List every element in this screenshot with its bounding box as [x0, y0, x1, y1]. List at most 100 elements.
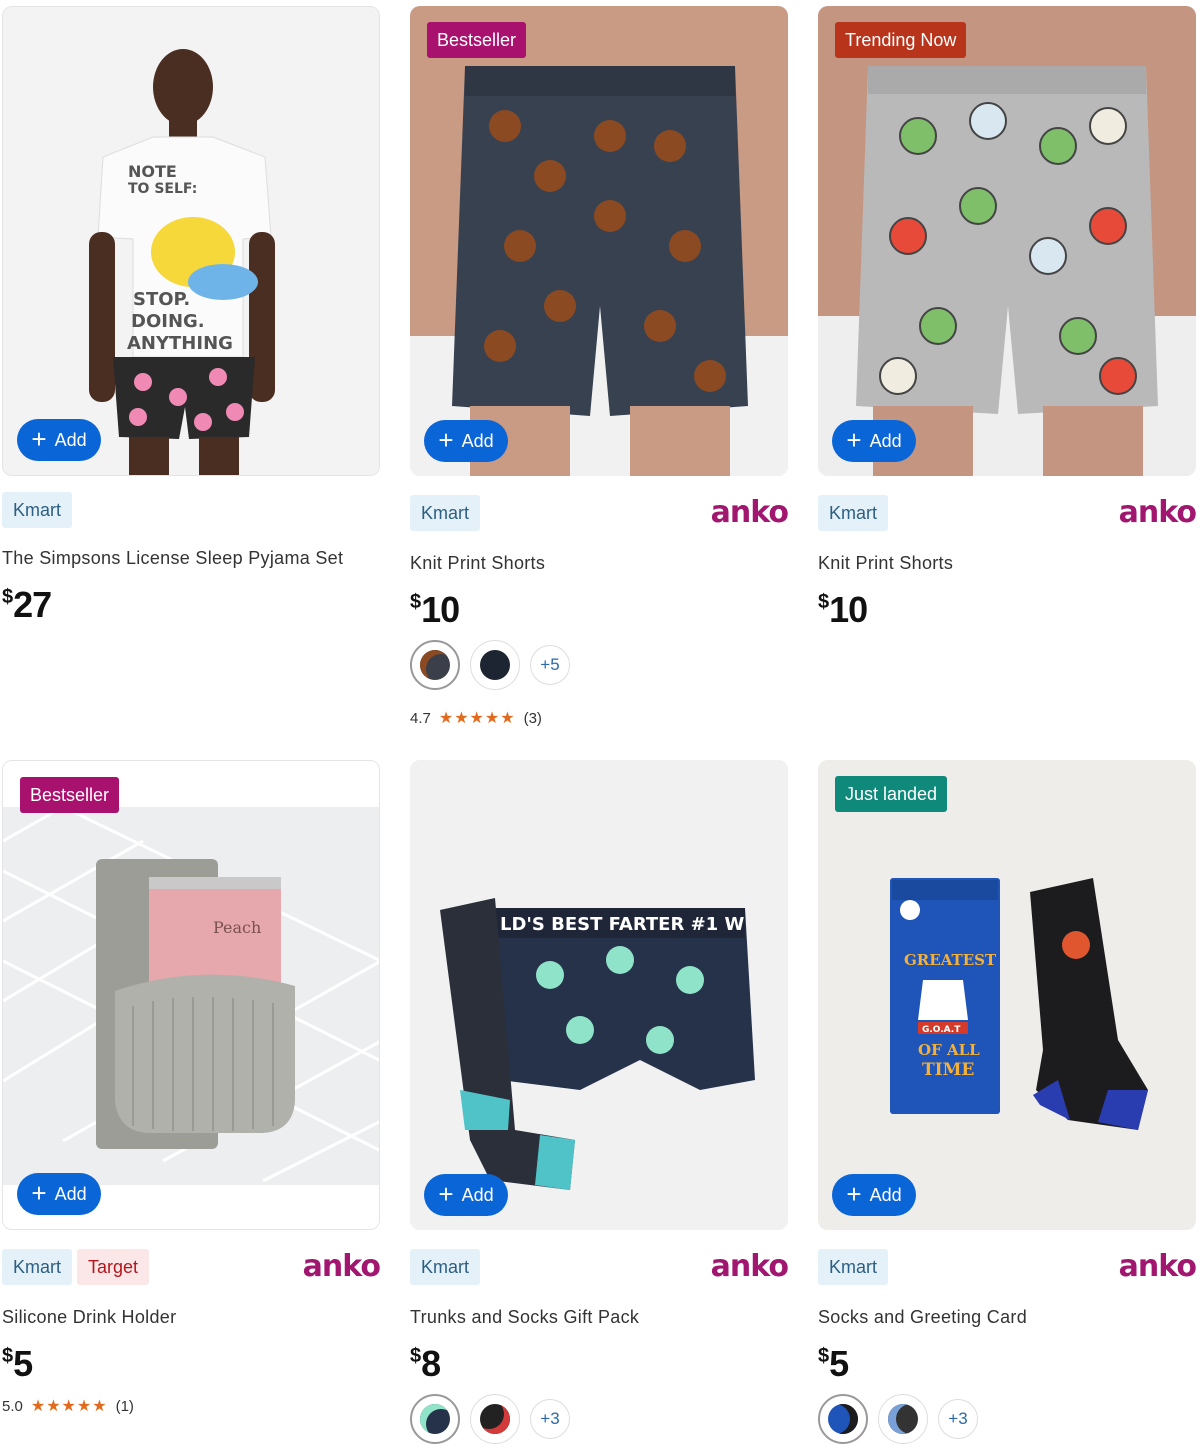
product-card[interactable]: Bestseller + Add Kmart anko Knit Print S…: [410, 6, 789, 727]
currency-symbol: $: [410, 1345, 421, 1367]
price-value: 10: [829, 589, 868, 630]
store-pill-kmart: Kmart: [818, 495, 889, 531]
badge-bestseller: Bestseller: [20, 777, 120, 813]
add-to-cart-button[interactable]: + Add: [832, 1174, 916, 1216]
brand-logo-anko[interactable]: anko: [711, 1252, 789, 1282]
card-text: TIME: [922, 1060, 974, 1080]
swatch-poop-print[interactable]: [410, 640, 460, 690]
product-image[interactable]: GREATEST G.O.A.T OF ALL TIME Just landed…: [818, 760, 1196, 1230]
rating-count: (3): [523, 709, 542, 727]
color-swatches: +3: [818, 1394, 978, 1444]
store-row: Kmart anko: [410, 1249, 789, 1285]
currency-symbol: $: [410, 591, 421, 613]
plus-icon: +: [846, 1179, 862, 1209]
add-to-cart-button[interactable]: + Add: [17, 419, 101, 461]
product-rating: 5.0 ★★★★★ (1): [2, 1396, 134, 1416]
plus-icon: +: [31, 424, 47, 454]
brand-logo-anko[interactable]: anko: [711, 498, 789, 528]
product-image[interactable]: NOTE TO SELF: STOP. DOING. ANYTHING + Ad…: [2, 6, 380, 476]
brand-logo-anko[interactable]: anko: [303, 1252, 381, 1282]
add-to-cart-button[interactable]: + Add: [424, 420, 508, 462]
product-title[interactable]: Knit Print Shorts: [818, 553, 953, 574]
price-value: 27: [13, 584, 52, 625]
badge-trending-now: Trending Now: [835, 22, 967, 58]
product-title[interactable]: Knit Print Shorts: [410, 553, 545, 574]
store-row: Kmart Target anko: [2, 1249, 381, 1285]
add-to-cart-button[interactable]: + Add: [832, 420, 916, 462]
badge-just-landed: Just landed: [835, 776, 948, 812]
product-price: $10: [818, 589, 868, 631]
store-pill-kmart: Kmart: [2, 492, 73, 528]
currency-symbol: $: [818, 591, 829, 613]
swatch-grey-card[interactable]: [878, 1394, 928, 1444]
tee-text: NOTE: [128, 162, 177, 181]
tee-text: ANYTHING: [127, 333, 233, 354]
store-pill-target: Target: [77, 1249, 150, 1285]
card-text: OF ALL: [918, 1041, 980, 1059]
store-row: Kmart anko: [410, 495, 789, 531]
brand-logo-anko[interactable]: anko: [1119, 1252, 1197, 1282]
swatch-blue-card[interactable]: [818, 1394, 868, 1444]
product-title[interactable]: Silicone Drink Holder: [2, 1307, 176, 1328]
gift-pack-photo: LD'S BEST FARTER #1 W: [410, 760, 788, 1230]
plus-icon: +: [438, 425, 454, 455]
brand-logo-anko[interactable]: anko: [1119, 498, 1197, 528]
badge-bestseller: Bestseller: [427, 22, 527, 58]
product-price: $8: [410, 1343, 441, 1385]
color-swatches: +3: [410, 1394, 570, 1444]
product-card[interactable]: NOTE TO SELF: STOP. DOING. ANYTHING + Ad…: [2, 6, 380, 625]
store-row: Kmart: [2, 492, 380, 528]
product-title[interactable]: The Simpsons License Sleep Pyjama Set: [2, 548, 343, 569]
pyjama-photo: NOTE TO SELF: STOP. DOING. ANYTHING: [3, 7, 379, 475]
plus-icon: +: [438, 1179, 454, 1209]
currency-symbol: $: [818, 1345, 829, 1367]
swatch-navy[interactable]: [470, 640, 520, 690]
product-card[interactable]: Peach Bestseller + Add Kmart Target anko…: [2, 760, 381, 1415]
store-row: Kmart anko: [818, 1249, 1197, 1285]
star-rating-icon: ★★★★★: [438, 710, 516, 727]
swatch-farter-print[interactable]: [410, 1394, 460, 1444]
product-rating: 4.7 ★★★★★ (3): [410, 708, 542, 728]
add-label: Add: [54, 429, 87, 450]
more-swatches[interactable]: +5: [530, 645, 570, 685]
product-card[interactable]: Trending Now + Add Kmart anko Knit Print…: [818, 6, 1197, 630]
currency-symbol: $: [2, 586, 13, 608]
tee-text: STOP.: [133, 289, 190, 310]
product-image[interactable]: Bestseller + Add: [410, 6, 788, 476]
price-value: 5: [13, 1343, 33, 1384]
shorts-photo: [818, 6, 1196, 476]
plus-icon: +: [846, 425, 862, 455]
star-rating-icon: ★★★★★: [30, 1398, 108, 1415]
plus-icon: +: [31, 1178, 47, 1208]
add-label: Add: [54, 1183, 87, 1204]
product-image[interactable]: Trending Now + Add: [818, 6, 1196, 476]
add-to-cart-button[interactable]: + Add: [17, 1173, 101, 1215]
product-price: $5: [818, 1343, 849, 1385]
card-text: G.O.A.T: [922, 1025, 961, 1035]
add-label: Add: [869, 430, 902, 451]
add-to-cart-button[interactable]: + Add: [424, 1174, 508, 1216]
more-swatches[interactable]: +3: [530, 1399, 570, 1439]
product-image[interactable]: LD'S BEST FARTER #1 W + Add: [410, 760, 788, 1230]
socks-card-photo: GREATEST G.O.A.T OF ALL TIME: [818, 760, 1196, 1230]
product-card[interactable]: LD'S BEST FARTER #1 W + Add Kmart anko T…: [410, 760, 789, 1444]
store-row: Kmart anko: [818, 495, 1197, 531]
rating-value: 5.0: [2, 1397, 23, 1415]
swatch-red-print[interactable]: [470, 1394, 520, 1444]
currency-symbol: $: [2, 1345, 13, 1367]
tee-text: DOING.: [131, 311, 205, 332]
store-pill-kmart: Kmart: [2, 1249, 73, 1285]
product-title[interactable]: Trunks and Socks Gift Pack: [410, 1307, 639, 1328]
more-swatches[interactable]: +3: [938, 1399, 978, 1439]
product-price: $10: [410, 589, 460, 631]
rating-value: 4.7: [410, 709, 431, 727]
shorts-photo: [410, 6, 788, 476]
product-title[interactable]: Socks and Greeting Card: [818, 1307, 1027, 1328]
card-text: GREATEST: [904, 951, 997, 969]
store-pill-kmart: Kmart: [410, 1249, 481, 1285]
product-card[interactable]: GREATEST G.O.A.T OF ALL TIME Just landed…: [818, 760, 1197, 1444]
price-value: 10: [421, 589, 460, 630]
add-label: Add: [461, 430, 494, 451]
product-image[interactable]: Peach Bestseller + Add: [2, 760, 380, 1230]
product-price: $5: [2, 1343, 33, 1385]
